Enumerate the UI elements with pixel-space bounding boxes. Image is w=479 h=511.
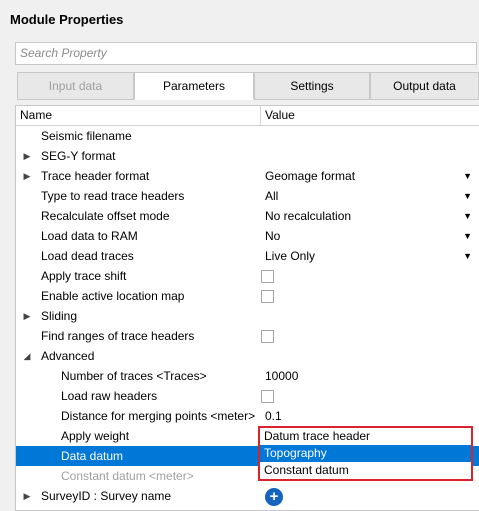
property-name: Recalculate offset mode [41, 209, 170, 223]
dropdown-arrow-icon[interactable]: ▼ [463, 226, 472, 246]
property-row-type-to-read-trace-headers[interactable]: Type to read trace headers All ▼ [16, 186, 479, 206]
tab-settings[interactable]: Settings [254, 72, 370, 100]
distance-merging-field[interactable]: 0.1 [265, 406, 479, 426]
column-header-name[interactable]: Name [16, 106, 261, 126]
property-name: Seismic filename [41, 129, 132, 143]
apply-trace-shift-checkbox[interactable] [261, 270, 274, 283]
load-data-to-ram-select[interactable]: No ▼ [265, 226, 479, 246]
property-row-number-of-traces[interactable]: Number of traces <Traces> 10000 [16, 366, 479, 386]
trace-header-format-select[interactable]: Geomage format ▼ [265, 166, 479, 186]
property-row-recalculate-offset-mode[interactable]: Recalculate offset mode No recalculation… [16, 206, 479, 226]
property-row-load-data-to-ram[interactable]: Load data to RAM No ▼ [16, 226, 479, 246]
load-dead-traces-select[interactable]: Live Only ▼ [265, 246, 479, 266]
property-name: Data datum [61, 449, 124, 463]
tab-output-data[interactable]: Output data [370, 72, 479, 100]
property-row-seismic-filename[interactable]: Seismic filename [16, 126, 479, 146]
property-row-distance-merging[interactable]: Distance for merging points <meter> 0.1 [16, 406, 479, 426]
property-name: Find ranges of trace headers [41, 329, 195, 343]
dropdown-option-topography[interactable]: Topography [260, 445, 471, 462]
dropdown-option-constant-datum[interactable]: Constant datum [260, 462, 471, 479]
property-name: Advanced [41, 349, 95, 363]
dropdown-option-datum-trace-header[interactable]: Datum trace header [260, 428, 471, 445]
find-ranges-checkbox[interactable] [261, 330, 274, 343]
tab-bar: Input data Parameters Settings Output da… [15, 72, 479, 100]
select-value: Geomage format [265, 169, 356, 183]
property-row-trace-header-format[interactable]: ▶ Trace header format Geomage format ▼ [16, 166, 479, 186]
select-value: All [265, 189, 279, 203]
property-name: SurveyID : Survey name [41, 489, 172, 503]
property-row-sliding[interactable]: ▶ Sliding [16, 306, 479, 326]
dropdown-arrow-icon[interactable]: ▼ [463, 206, 472, 226]
property-name: Apply trace shift [41, 269, 127, 283]
dropdown-arrow-icon[interactable]: ▼ [463, 186, 472, 206]
property-row-segy-format[interactable]: ▶ SEG-Y format [16, 146, 479, 166]
property-name: Constant datum <meter> [61, 469, 194, 483]
tab-parameters[interactable]: Parameters [134, 72, 254, 100]
property-name: Trace header format [41, 169, 150, 183]
property-name: Apply weight [61, 429, 130, 443]
type-to-read-select[interactable]: All ▼ [265, 186, 479, 206]
property-name: SEG-Y format [41, 149, 116, 163]
property-name: Load raw headers [61, 389, 158, 403]
panel-title: Module Properties [10, 12, 124, 27]
select-value: Live Only [265, 249, 316, 263]
dropdown-arrow-icon[interactable]: ▼ [463, 246, 472, 266]
tab-input-data[interactable]: Input data [17, 72, 134, 100]
select-value: No [265, 229, 281, 243]
property-row-advanced[interactable]: ◢ Advanced [16, 346, 479, 366]
dropdown-arrow-icon[interactable]: ▼ [463, 166, 472, 186]
property-row-apply-trace-shift[interactable]: Apply trace shift [16, 266, 479, 286]
data-datum-dropdown-list[interactable]: Datum trace header Topography Constant d… [258, 426, 473, 481]
property-row-load-raw-headers[interactable]: Load raw headers [16, 386, 479, 406]
property-row-survey-id[interactable]: ▶ SurveyID : Survey name + [16, 486, 479, 506]
property-name: Load data to RAM [41, 229, 138, 243]
property-name: Sliding [41, 309, 78, 323]
property-name: Type to read trace headers [41, 189, 185, 203]
enable-active-location-map-checkbox[interactable] [261, 290, 274, 303]
property-name: Load dead traces [41, 249, 134, 263]
grid-header: Name Value [16, 106, 479, 126]
property-row-load-dead-traces[interactable]: Load dead traces Live Only ▼ [16, 246, 479, 266]
search-box[interactable] [15, 42, 477, 65]
add-survey-icon[interactable]: + [265, 488, 283, 506]
select-value: No recalculation [265, 209, 352, 223]
number-of-traces-field[interactable]: 10000 [265, 366, 479, 386]
property-row-find-ranges[interactable]: Find ranges of trace headers [16, 326, 479, 346]
property-name: Number of traces <Traces> [61, 369, 207, 383]
property-row-enable-active-location-map[interactable]: Enable active location map [16, 286, 479, 306]
search-input[interactable] [20, 46, 472, 60]
load-raw-headers-checkbox[interactable] [261, 390, 274, 403]
property-name: Enable active location map [41, 289, 185, 303]
column-header-value[interactable]: Value [261, 106, 479, 126]
property-name: Distance for merging points <meter> [61, 409, 256, 423]
recalculate-offset-select[interactable]: No recalculation ▼ [265, 206, 479, 226]
